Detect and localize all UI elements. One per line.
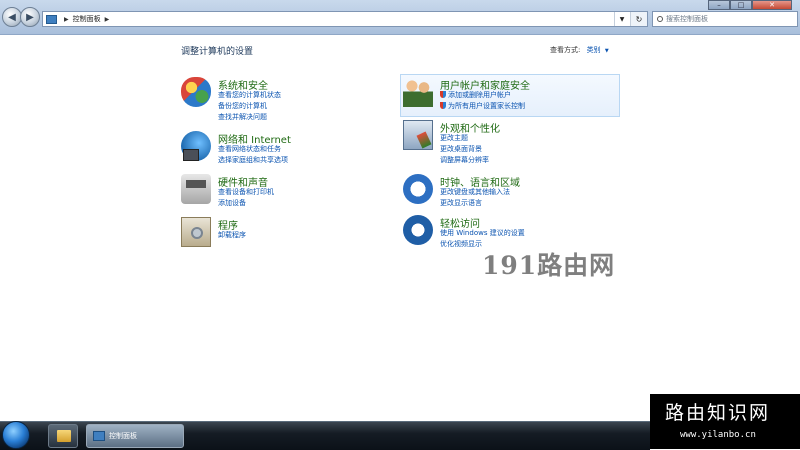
breadcrumb-separator-icon[interactable]: ▶ <box>105 16 110 23</box>
link-parental-controls[interactable]: 为所有用户设置家长控制 <box>440 101 525 111</box>
category-programs: 程序 卸载程序 <box>181 217 381 249</box>
link-backup-computer[interactable]: 备份您的计算机 <box>218 101 267 111</box>
breadcrumb-separator-icon[interactable]: ▶ <box>64 16 69 23</box>
network-globe-icon[interactable] <box>181 131 211 161</box>
control-panel-icon <box>93 431 105 441</box>
taskbar: 控制面板 <box>0 421 650 450</box>
title-address-bar: ◀ ▶ ▶ 控制面板 ▶ ▼ ↻ 搜索控制面板 – □ ✕ <box>0 0 800 35</box>
view-by-label: 查看方式: <box>550 46 581 54</box>
printer-icon[interactable] <box>181 174 211 204</box>
watermark-corner-url: www.yilanbo.cn <box>680 430 756 440</box>
forward-arrow-icon: ▶ <box>26 11 34 23</box>
control-panel-icon <box>46 14 57 24</box>
link-uninstall-program[interactable]: 卸载程序 <box>218 230 246 240</box>
category-system-security: 系统和安全 查看您的计算机状态 备份您的计算机 查找并解决问题 <box>181 77 381 127</box>
link-recommended-settings[interactable]: 使用 Windows 建议的设置 <box>440 228 525 238</box>
link-text[interactable]: 添加或删除用户帐户 <box>448 91 511 99</box>
link-view-computer-status[interactable]: 查看您的计算机状态 <box>218 90 281 100</box>
view-by-dropdown[interactable]: 类别 <box>587 46 601 54</box>
taskbar-window-title: 控制面板 <box>109 432 137 440</box>
link-optimize-display[interactable]: 优化视频显示 <box>440 239 482 249</box>
close-button[interactable]: ✕ <box>752 0 792 10</box>
category-hardware-sound: 硬件和声音 查看设备和打印机 添加设备 <box>181 174 381 214</box>
link-change-keyboard[interactable]: 更改键盘或其他输入法 <box>440 187 510 197</box>
start-button[interactable] <box>2 421 30 449</box>
minimize-button[interactable]: – <box>708 0 730 10</box>
clock-globe-icon[interactable] <box>403 174 433 204</box>
category-appearance: 外观和个性化 更改主题 更改桌面背景 调整屏幕分辨率 <box>403 120 618 165</box>
uac-shield-icon <box>440 91 446 98</box>
users-icon[interactable] <box>403 77 433 107</box>
link-display-language[interactable]: 更改显示语言 <box>440 198 482 208</box>
uac-shield-icon <box>440 102 446 109</box>
search-input[interactable]: 搜索控制面板 <box>652 11 798 27</box>
view-by: 查看方式: 类别 ▼ <box>550 45 609 55</box>
page-title: 调整计算机的设置 <box>181 47 254 57</box>
link-find-fix-problems[interactable]: 查找并解决问题 <box>218 112 267 122</box>
forward-button[interactable]: ▶ <box>20 7 40 27</box>
link-desktop-background[interactable]: 更改桌面背景 <box>440 144 482 154</box>
dropdown-arrow-icon[interactable]: ▼ <box>605 48 609 54</box>
watermark-corner: 路由知识网 www.yilanbo.cn <box>650 394 800 449</box>
address-bar[interactable]: ▶ 控制面板 ▶ ▼ ↻ <box>42 11 648 27</box>
link-add-device[interactable]: 添加设备 <box>218 198 246 208</box>
category-clock-language: 时钟、语言和区域 更改键盘或其他输入法 更改显示语言 <box>403 174 618 210</box>
refresh-icon[interactable]: ↻ <box>630 12 647 26</box>
link-text[interactable]: 为所有用户设置家长控制 <box>448 102 525 110</box>
appearance-icon[interactable] <box>403 120 433 150</box>
taskbar-explorer-button[interactable] <box>48 424 78 448</box>
back-arrow-icon: ◀ <box>8 11 16 23</box>
category-user-accounts: 用户帐户和家庭安全 添加或删除用户帐户 为所有用户设置家长控制 <box>403 77 618 117</box>
category-network-internet: 网络和 Internet 查看网络状态和任务 选择家庭组和共享选项 <box>181 131 381 171</box>
link-screen-resolution[interactable]: 调整屏幕分辨率 <box>440 155 489 165</box>
link-change-theme[interactable]: 更改主题 <box>440 133 468 143</box>
address-dropdown-icon[interactable]: ▼ <box>614 12 629 26</box>
watermark-center: 191路由网 <box>482 251 616 280</box>
breadcrumb-control-panel[interactable]: 控制面板 <box>73 14 101 24</box>
link-devices-printers[interactable]: 查看设备和打印机 <box>218 187 274 197</box>
shield-icon[interactable] <box>181 77 211 107</box>
link-network-status[interactable]: 查看网络状态和任务 <box>218 144 281 154</box>
watermark-corner-title: 路由知识网 <box>665 402 771 424</box>
programs-disc-icon[interactable] <box>181 217 211 247</box>
search-icon <box>657 16 663 22</box>
link-add-remove-accounts[interactable]: 添加或删除用户帐户 <box>440 90 511 100</box>
ease-of-access-icon[interactable] <box>403 215 433 245</box>
link-homegroup-sharing[interactable]: 选择家庭组和共享选项 <box>218 155 288 165</box>
window-controls: – □ ✕ <box>708 0 792 11</box>
maximize-button[interactable]: □ <box>730 0 752 10</box>
search-placeholder: 搜索控制面板 <box>666 15 708 23</box>
back-button[interactable]: ◀ <box>2 7 22 27</box>
taskbar-control-panel-button[interactable]: 控制面板 <box>86 424 184 448</box>
